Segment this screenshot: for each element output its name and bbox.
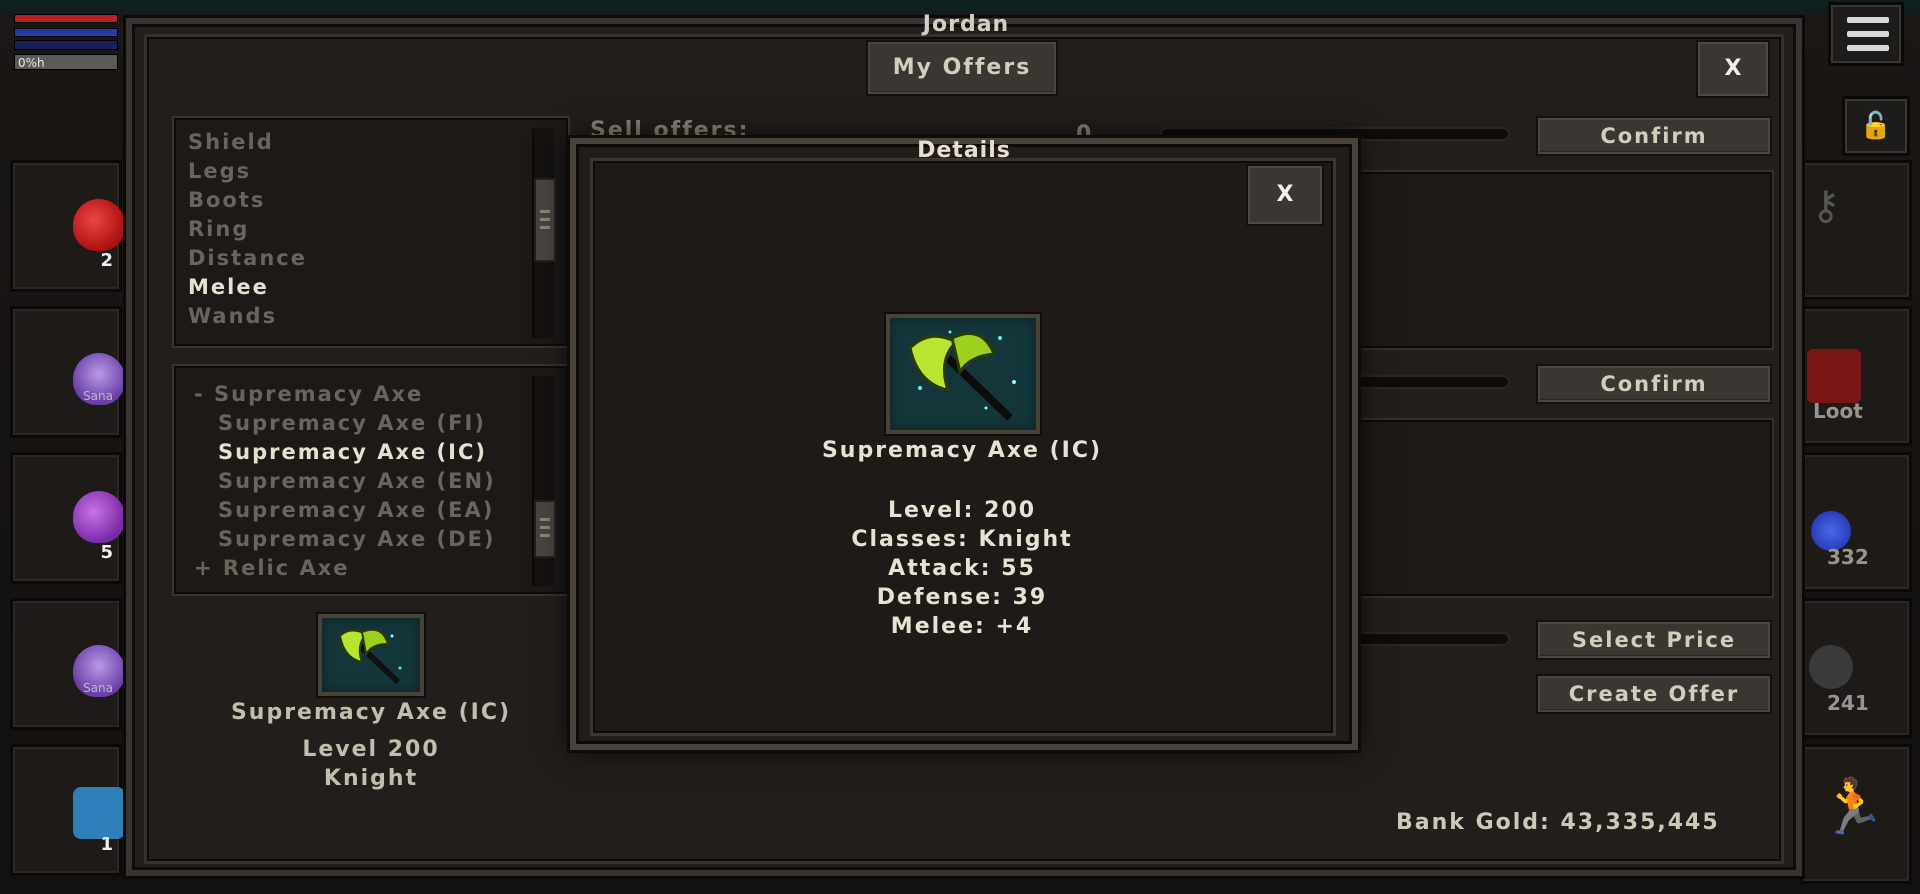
item-scrollbar[interactable] [532,376,556,586]
close-details-button[interactable]: X [1246,164,1324,226]
item-list-entry[interactable]: Supremacy Axe (EN) [218,469,496,493]
item-list: - Supremacy Axe Supremacy Axe (FI) Supre… [172,364,570,596]
slot-tag: Sana [83,389,113,403]
slot-count: 1 [100,834,113,855]
right-slot-loot[interactable]: Loot [1800,306,1912,446]
soul-bar [14,40,118,50]
category-item-selected[interactable]: Melee [188,275,269,299]
item-group-header[interactable]: - Supremacy Axe [194,382,423,406]
item-list-entry[interactable]: Supremacy Axe (DE) [218,527,496,551]
menu-icon-bar [1847,45,1889,51]
buy-offers-box [1354,418,1774,598]
details-melee: Melee: +4 [890,614,1034,639]
item-group-header[interactable]: + Relic Axe [194,556,350,580]
right-slot-1[interactable]: ⚷ [1800,160,1912,300]
item-list-entry[interactable]: Supremacy Axe (EA) [218,498,494,522]
buy-confirm-button[interactable]: Confirm [1536,364,1772,404]
window-title: Jordan [922,12,1010,37]
right-slot-3[interactable]: 332 [1800,452,1912,592]
buy-slider[interactable] [1354,375,1510,389]
preview-item-class: Knight [323,766,419,791]
slot-count: 2 [100,250,113,271]
details-defense: Defense: 39 [876,585,1048,610]
sell-confirm-button[interactable]: Confirm [1536,116,1772,156]
key-icon: ⚷ [1811,183,1841,229]
menu-icon [1847,17,1889,23]
hotbar-slot-4[interactable]: Sana [10,598,125,730]
scroll-thumb[interactable] [534,500,556,558]
potion-icon [73,491,125,543]
hotbar-slot-5[interactable]: 1 [10,744,125,876]
category-item[interactable]: Legs [188,159,251,183]
menu-icon-bar [1847,31,1889,37]
category-item[interactable]: Shield [188,130,274,154]
right-slot-5[interactable]: 🏃 [1800,744,1912,884]
bank-gold: Bank Gold: 43,335,445 [1396,810,1720,835]
my-offers-button[interactable]: My Offers [866,40,1058,96]
menu-button[interactable] [1828,2,1904,66]
category-item[interactable]: Distance [188,246,307,270]
category-scrollbar[interactable] [532,128,556,338]
right-slot-4[interactable]: 241 [1800,598,1912,738]
loot-bag-icon [1807,349,1861,403]
axe-icon [338,628,402,685]
preview-item-level: Level 200 [302,737,440,762]
details-level: Level: 200 [887,498,1037,523]
price-slider[interactable] [1354,632,1510,646]
shield-icon [73,787,125,839]
loot-label: Loot [1813,399,1863,423]
details-title: Details [917,138,1011,163]
preview-item-slot [318,614,424,696]
close-window-button[interactable]: X [1696,40,1770,98]
axe-icon [908,330,1016,421]
hotbar-slot-1[interactable]: 2 [10,160,125,292]
sell-offers-box [1354,170,1774,350]
category-item[interactable]: Boots [188,188,265,212]
hotbar-slot-2[interactable]: Sana [10,306,125,438]
details-item-slot [886,314,1040,434]
status-bars: 0%h [14,14,122,84]
mana-bar [14,28,118,37]
select-price-button[interactable]: Select Price [1536,620,1772,660]
details-classes: Classes: Knight [851,527,1073,552]
slot-count: 332 [1827,545,1869,569]
preview-item-name: Supremacy Axe (IC) [230,700,512,725]
hotbar-slot-3[interactable]: 5 [10,452,125,584]
item-list-entry[interactable]: Supremacy Axe (FI) [218,411,486,435]
category-list: Shield Legs Boots Ring Distance Melee Wa… [172,116,570,348]
slot-count: 241 [1827,691,1869,715]
lock-icon: 🔓 [1859,111,1893,141]
slot-tag: Sana [83,681,113,695]
details-attack: Attack: 55 [888,556,1036,581]
potion-icon [73,199,125,251]
slot-count: 5 [100,542,113,563]
item-list-entry-selected[interactable]: Supremacy Axe (IC) [218,440,487,464]
rune-icon [1809,645,1853,689]
create-offer-button[interactable]: Create Offer [1536,674,1772,714]
scroll-thumb[interactable] [534,178,556,262]
details-item-name: Supremacy Axe (IC) [821,438,1103,463]
xp-label: 0%h [18,56,45,70]
category-item[interactable]: Ring [188,217,249,241]
category-item[interactable]: Wands [188,304,277,328]
runner-icon: 🏃 [1819,775,1887,838]
health-bar [14,14,118,23]
lock-button[interactable]: 🔓 [1842,96,1910,156]
